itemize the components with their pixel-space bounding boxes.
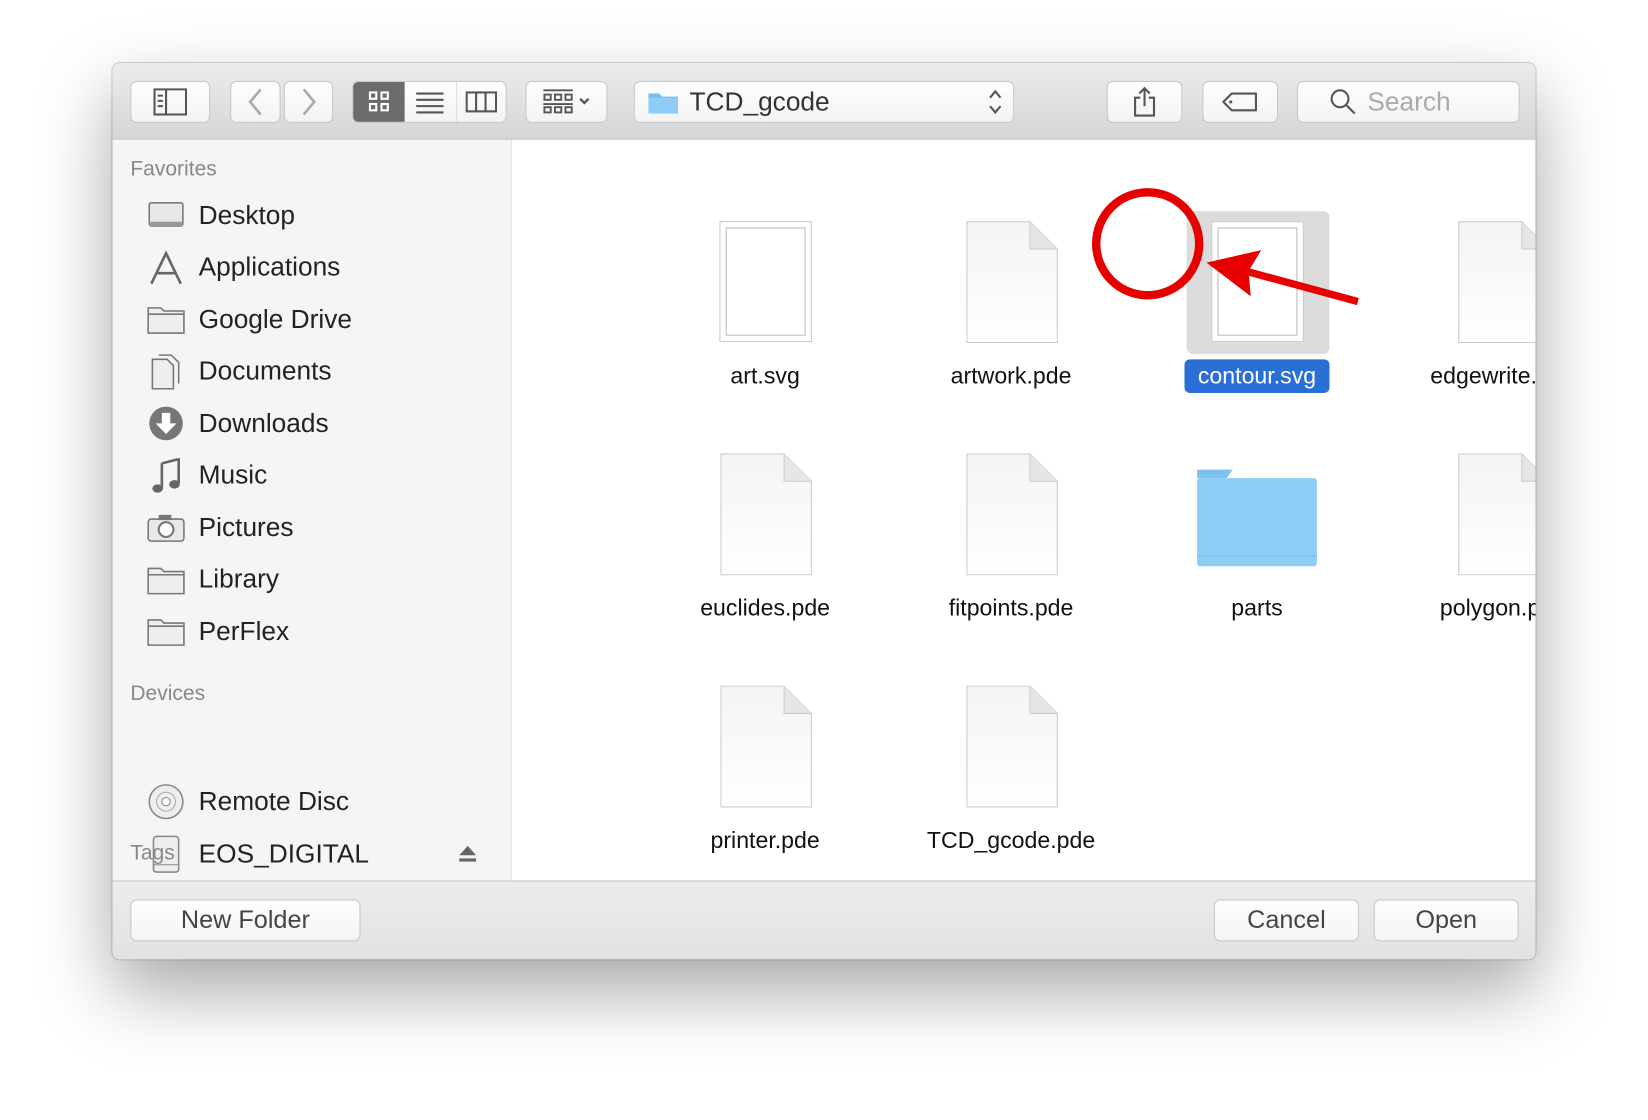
annotation-circle <box>1091 188 1204 300</box>
annotation-overlay <box>1091 188 1359 306</box>
annotation-arrow-shaft <box>1244 267 1359 306</box>
